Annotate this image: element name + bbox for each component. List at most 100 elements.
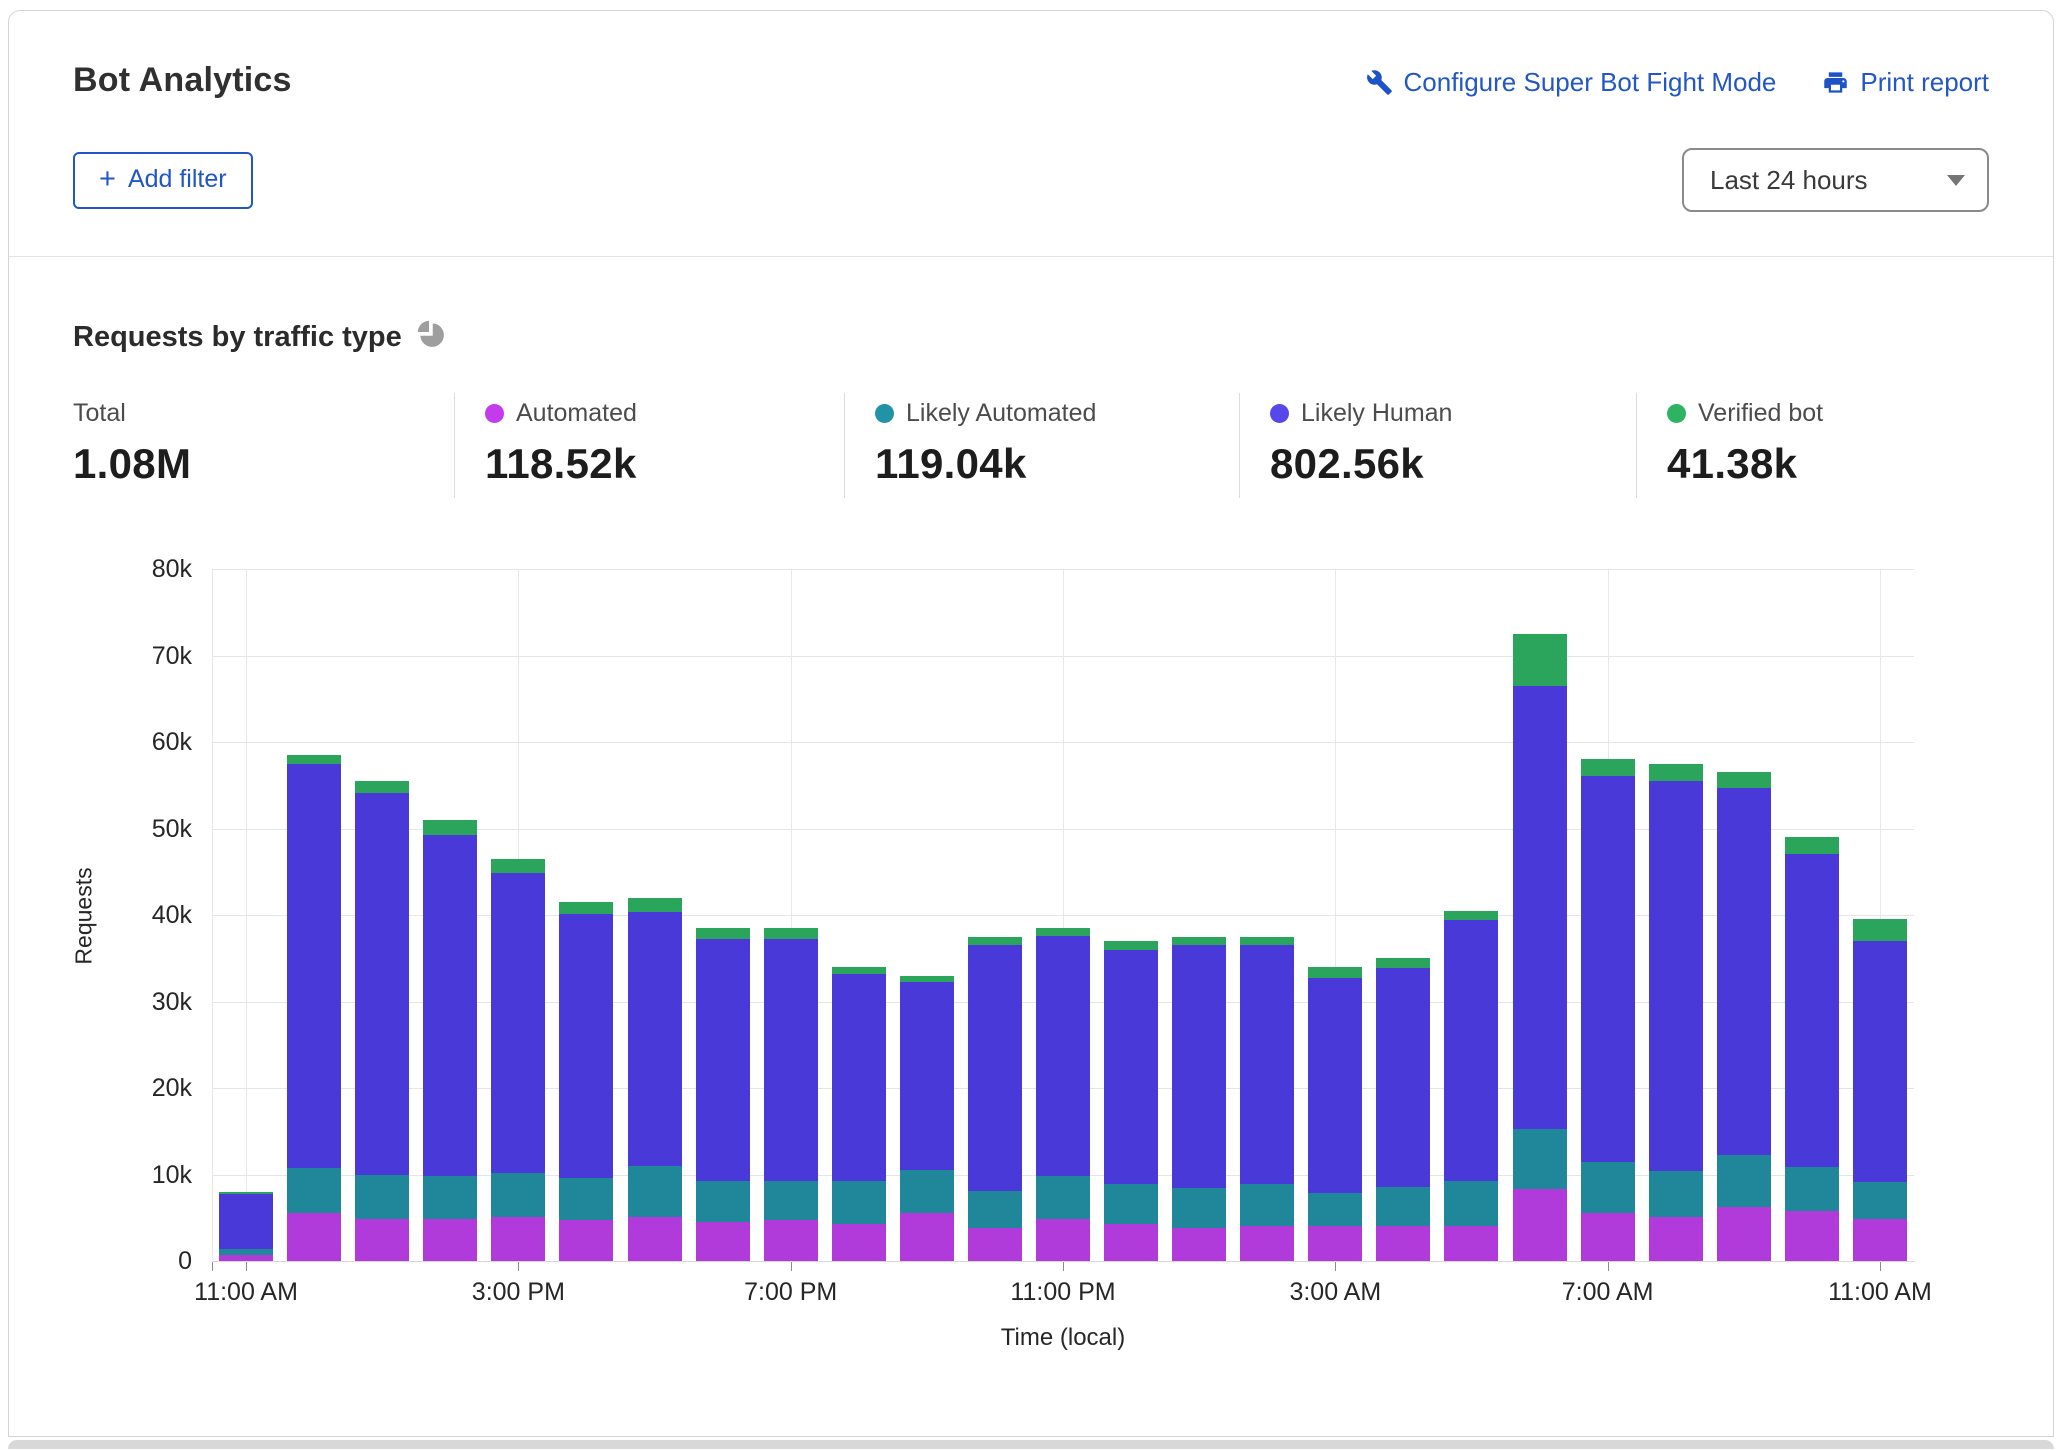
y-tick-label: 80k bbox=[152, 555, 192, 584]
bar-segment-likely-human bbox=[1581, 776, 1635, 1163]
y-tick-label: 50k bbox=[152, 815, 192, 844]
bar-segment-verified-bot bbox=[559, 902, 613, 914]
bar-segment-verified-bot bbox=[1172, 937, 1226, 946]
bar-segment-likely-human bbox=[1036, 936, 1090, 1176]
bar-600am[interactable] bbox=[1513, 634, 1567, 1261]
bar-segment-likely-automated bbox=[1240, 1184, 1294, 1226]
bar-segment-automated bbox=[355, 1219, 409, 1261]
bar-segment-verified-bot bbox=[764, 928, 818, 939]
bar-segment-likely-human bbox=[1649, 781, 1703, 1171]
bar-1100am[interactable] bbox=[219, 1192, 273, 1261]
bar-800am[interactable] bbox=[1649, 764, 1703, 1261]
x-axis-tick bbox=[1335, 1262, 1336, 1271]
stat-verified-bot-label: Verified bot bbox=[1698, 399, 1823, 428]
bar-1200pm[interactable] bbox=[287, 755, 341, 1261]
bar-segment-verified-bot bbox=[1308, 967, 1362, 978]
bar-segment-likely-human bbox=[1104, 950, 1158, 1184]
next-card-top-edge bbox=[8, 1440, 2054, 1449]
bar-200am[interactable] bbox=[1240, 937, 1294, 1261]
bar-400pm[interactable] bbox=[559, 902, 613, 1261]
x-axis-tick bbox=[518, 1262, 519, 1271]
bar-segment-likely-human bbox=[1853, 941, 1907, 1182]
bar-600pm[interactable] bbox=[696, 928, 750, 1261]
x-axis-tick bbox=[791, 1262, 792, 1271]
bot-analytics-card: Bot Analytics Configure Super Bot Fight … bbox=[8, 10, 2054, 1437]
bar-segment-verified-bot bbox=[1785, 837, 1839, 854]
bar-segment-likely-automated bbox=[696, 1181, 750, 1222]
bar-segment-automated bbox=[219, 1255, 273, 1261]
stat-automated-value: 118.52k bbox=[485, 440, 844, 488]
bar-segment-verified-bot bbox=[900, 976, 954, 983]
bar-segment-verified-bot bbox=[1036, 928, 1090, 936]
bar-700pm[interactable] bbox=[764, 928, 818, 1261]
bar-segment-automated bbox=[1785, 1211, 1839, 1261]
y-tick-label: 30k bbox=[152, 988, 192, 1017]
bar-segment-likely-automated bbox=[968, 1191, 1022, 1228]
traffic-stats-row: Total 1.08M Automated 118.52k Likely Aut… bbox=[73, 393, 1989, 498]
likely-automated-legend-dot bbox=[875, 404, 894, 423]
x-axis-label: Time (local) bbox=[1001, 1324, 1125, 1352]
bar-segment-likely-automated bbox=[1444, 1181, 1498, 1226]
requests-section: Requests by traffic type Total 1.08M Aut… bbox=[9, 257, 2053, 1262]
bar-segment-automated bbox=[1853, 1219, 1907, 1261]
bar-segment-likely-human bbox=[1240, 945, 1294, 1184]
bar-segment-likely-human bbox=[1444, 920, 1498, 1180]
bar-segment-verified-bot bbox=[491, 859, 545, 873]
bar-400am[interactable] bbox=[1376, 958, 1430, 1261]
x-tick-label: 11:00 PM bbox=[1010, 1278, 1115, 1307]
bar-800pm[interactable] bbox=[832, 967, 886, 1261]
bar-segment-verified-bot bbox=[1513, 634, 1567, 686]
bar-300am[interactable] bbox=[1308, 967, 1362, 1261]
bar-segment-likely-human bbox=[423, 835, 477, 1177]
bar-100am[interactable] bbox=[1172, 937, 1226, 1261]
bar-1000pm[interactable] bbox=[968, 937, 1022, 1261]
requests-stacked-bar-chart: Requests Time (local) 010k20k30k40k50k60… bbox=[212, 570, 1914, 1262]
stat-likely-automated-label: Likely Automated bbox=[906, 399, 1096, 428]
page-title: Bot Analytics bbox=[73, 61, 292, 100]
bar-1100pm[interactable] bbox=[1036, 928, 1090, 1261]
bar-1100am[interactable] bbox=[1853, 919, 1907, 1261]
add-filter-label: Add filter bbox=[128, 165, 227, 194]
bar-500am[interactable] bbox=[1444, 911, 1498, 1261]
print-report-link[interactable]: Print report bbox=[1822, 67, 1989, 98]
bar-500pm[interactable] bbox=[628, 898, 682, 1261]
x-tick-label: 11:00 AM bbox=[194, 1278, 298, 1307]
bar-200pm[interactable] bbox=[423, 820, 477, 1261]
time-range-select[interactable]: Last 24 hours bbox=[1682, 148, 1989, 212]
add-filter-button[interactable]: + Add filter bbox=[73, 152, 253, 209]
bar-segment-automated bbox=[1240, 1226, 1294, 1261]
bar-segment-likely-automated bbox=[355, 1175, 409, 1219]
bar-100pm[interactable] bbox=[355, 781, 409, 1261]
bar-segment-likely-human bbox=[1376, 968, 1430, 1188]
bar-900am[interactable] bbox=[1717, 772, 1771, 1261]
pie-chart-icon bbox=[416, 319, 447, 355]
stat-total: Total 1.08M bbox=[73, 393, 454, 498]
bar-segment-likely-automated bbox=[1104, 1184, 1158, 1224]
bar-segment-automated bbox=[1717, 1207, 1771, 1261]
bar-segment-likely-human bbox=[491, 873, 545, 1173]
configure-link-label: Configure Super Bot Fight Mode bbox=[1404, 67, 1777, 98]
bar-segment-likely-human bbox=[764, 939, 818, 1180]
bar-segment-automated bbox=[696, 1222, 750, 1261]
bar-segment-verified-bot bbox=[1444, 911, 1498, 921]
bar-1200am[interactable] bbox=[1104, 941, 1158, 1261]
verified-bot-legend-dot bbox=[1667, 404, 1686, 423]
gridline-x bbox=[246, 570, 247, 1262]
bar-300pm[interactable] bbox=[491, 859, 545, 1261]
stat-verified-bot-value: 41.38k bbox=[1667, 440, 1989, 488]
x-tick-label: 7:00 PM bbox=[744, 1278, 837, 1307]
bar-700am[interactable] bbox=[1581, 759, 1635, 1261]
bar-segment-verified-bot bbox=[832, 967, 886, 974]
configure-super-bot-fight-mode-link[interactable]: Configure Super Bot Fight Mode bbox=[1366, 67, 1777, 98]
bar-1000am[interactable] bbox=[1785, 837, 1839, 1261]
bar-segment-automated bbox=[1172, 1228, 1226, 1261]
plus-icon: + bbox=[99, 169, 116, 189]
bar-segment-likely-human bbox=[287, 764, 341, 1169]
bar-segment-likely-automated bbox=[1036, 1176, 1090, 1218]
stat-likely-human-value: 802.56k bbox=[1270, 440, 1636, 488]
bar-segment-verified-bot bbox=[1240, 937, 1294, 946]
bar-segment-likely-human bbox=[900, 982, 954, 1170]
y-tick-label: 70k bbox=[152, 642, 192, 671]
bar-900pm[interactable] bbox=[900, 976, 954, 1261]
bar-segment-likely-human bbox=[628, 912, 682, 1166]
